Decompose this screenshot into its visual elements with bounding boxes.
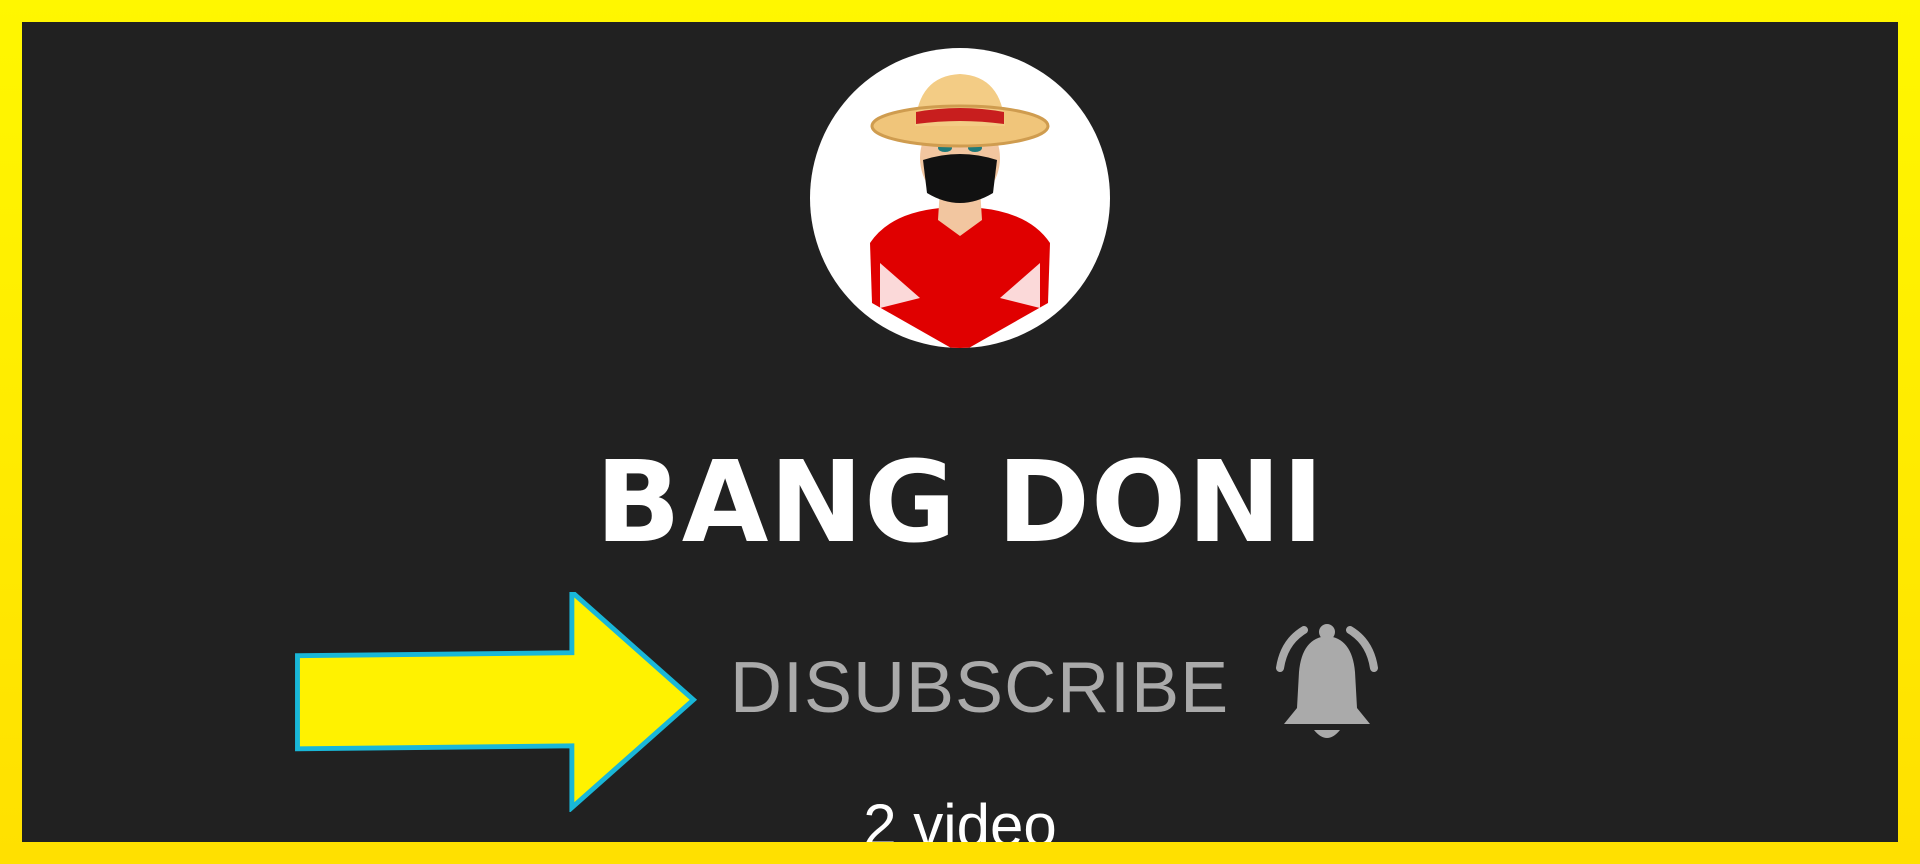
channel-name: BANG DONI (595, 438, 1325, 568)
bell-icon[interactable] (1262, 622, 1392, 752)
subscribe-button[interactable]: DISUBSCRIBE (730, 652, 1229, 724)
subscribe-row: DISUBSCRIBE (22, 592, 1898, 812)
channel-header: BANG DONI DISUBSCRIBE 2 video (22, 22, 1898, 842)
arrow-right-icon (295, 592, 698, 812)
avatar-icon (870, 74, 1050, 348)
video-count: 2 video (863, 792, 1057, 843)
yellow-frame: BANG DONI DISUBSCRIBE 2 video (0, 0, 1920, 864)
channel-avatar[interactable] (810, 48, 1110, 348)
